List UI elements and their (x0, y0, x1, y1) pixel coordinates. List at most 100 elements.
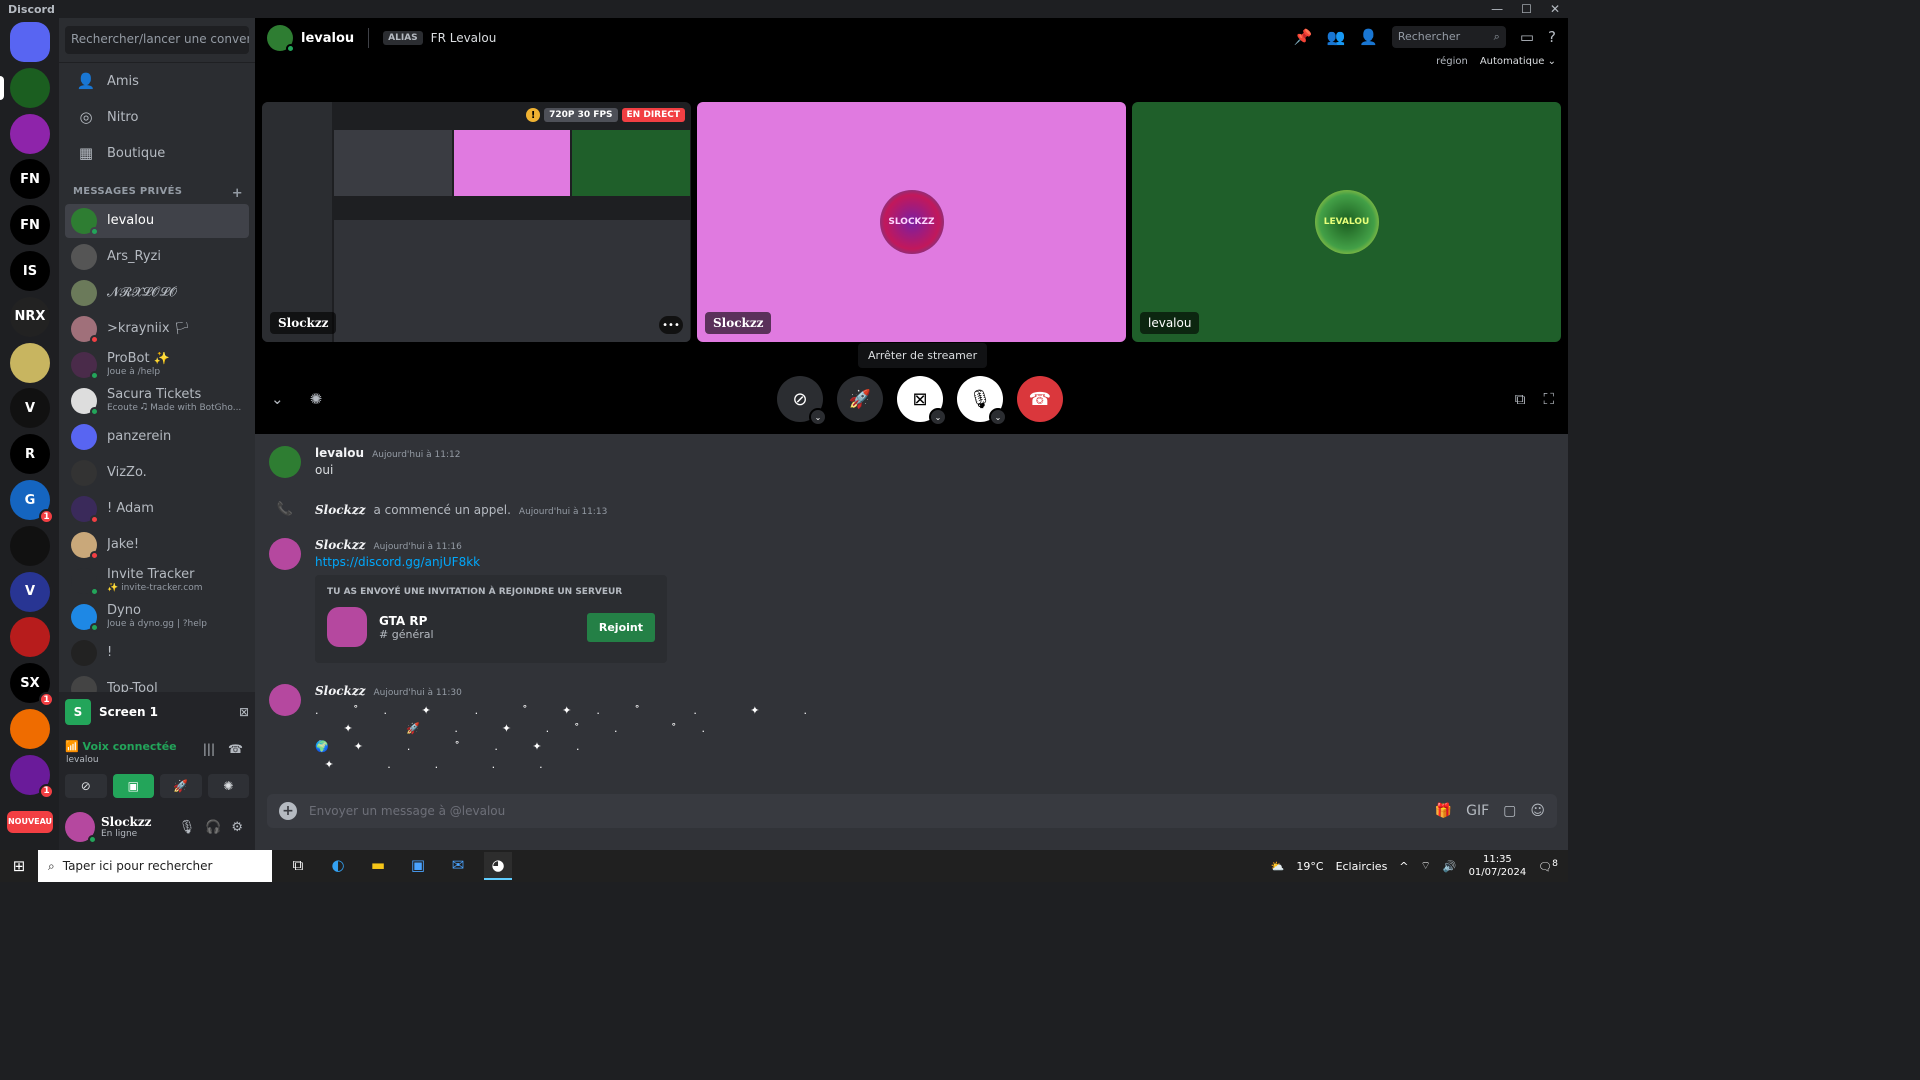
taskbar-search-input[interactable]: ⌕ Taper ici pour rechercher (38, 850, 272, 882)
gif-icon[interactable]: GIF (1466, 803, 1489, 819)
dm-item[interactable]: ! (65, 636, 249, 670)
mail-icon[interactable]: ✉ (444, 852, 472, 880)
server-icon[interactable]: NOUVEAU (7, 810, 53, 833)
task-view-icon[interactable]: ⧉ (284, 852, 312, 880)
network-icon[interactable]: ⌔ (1421, 859, 1431, 873)
message-author[interactable]: Slockzz (315, 684, 365, 698)
message-avatar[interactable] (269, 684, 301, 716)
more-options-icon[interactable]: ••• (659, 316, 683, 334)
join-button[interactable]: Rejoint (586, 612, 655, 642)
windows-start-icon[interactable]: ⊞ (0, 850, 38, 882)
invite-link[interactable]: https://discord.gg/anjUF8kk (315, 555, 667, 569)
sticker-icon[interactable]: ▢ (1503, 803, 1516, 819)
dm-item[interactable]: Ars_Ryzi (65, 240, 249, 274)
settings-gear-icon[interactable]: ⚙ (231, 820, 243, 835)
message-avatar[interactable] (269, 538, 301, 570)
soundboard-button[interactable]: ✺ (207, 774, 249, 798)
dm-item[interactable]: ! Adam (65, 492, 249, 526)
add-friend-icon[interactable]: 👥 (1326, 28, 1345, 46)
dm-item[interactable]: 𝓝𝓡𝓧𝓛𝓞𝓛𝓞 (65, 276, 249, 310)
inbox-icon[interactable]: ▭ (1520, 28, 1534, 46)
activity-button[interactable]: 🚀 (160, 774, 202, 798)
stop-stream-button[interactable]: ⊠ ⌄ (897, 376, 947, 426)
microphone-button[interactable]: 🎙 ⌄ (957, 376, 1007, 426)
weather-icon[interactable]: ⛅ (1271, 860, 1285, 873)
server-icon[interactable] (10, 709, 50, 749)
tray-chevron-icon[interactable]: ^ (1399, 860, 1408, 873)
dm-item[interactable]: Dyno Joue à dyno.gg | ?help (65, 600, 249, 634)
disconnect-icon[interactable]: ☎ (228, 742, 243, 756)
dm-item[interactable]: levalou (65, 204, 249, 238)
help-icon[interactable]: ? (1548, 28, 1556, 46)
edge-icon[interactable]: ◐ (324, 852, 352, 880)
region-select[interactable]: région Automatique ⌄ (1436, 56, 1556, 67)
nav-friends[interactable]: 👤 Amis (67, 64, 247, 98)
server-icon[interactable] (10, 22, 50, 62)
user-avatar[interactable] (65, 812, 97, 844)
stream-tile[interactable]: ! 720P 30 FPS EN DIRECT Slockzz ••• (262, 102, 691, 342)
server-icon[interactable] (10, 342, 50, 383)
message-author[interactable]: Slockzz (315, 538, 365, 552)
share-screen-button[interactable]: ▣ (112, 774, 154, 798)
noise-suppression-icon[interactable]: ||| (203, 742, 215, 756)
dm-item[interactable]: ProBot ✨ Joue à /help (65, 348, 249, 382)
headset-icon[interactable]: 🎧 (205, 820, 221, 835)
server-icon[interactable]: NRX (10, 296, 50, 337)
nav-shop[interactable]: ▦ Boutique (67, 136, 247, 170)
mic-icon[interactable]: 🎙 (179, 820, 196, 835)
popout-icon[interactable]: ⧉ (1515, 390, 1526, 408)
server-icon[interactable]: V (10, 571, 50, 612)
nav-nitro[interactable]: ◎ Nitro (67, 100, 247, 134)
server-icon[interactable]: R (10, 434, 50, 475)
server-icon[interactable]: FN (10, 159, 50, 200)
screen-card[interactable]: S Screen 1 ⊠ (65, 698, 249, 726)
fullscreen-icon[interactable]: ⛶ (1543, 390, 1554, 408)
message-composer[interactable]: + Envoyer un message à @levalou 🎁 GIF ▢ … (267, 794, 1557, 828)
dm-item[interactable]: >krayniix 🏳 (65, 312, 249, 346)
message-author[interactable]: levalou (315, 446, 364, 460)
chevron-down-icon[interactable]: ⌄ (929, 408, 947, 426)
message-author[interactable]: Slockzz (315, 503, 365, 517)
server-icon[interactable]: SX 1 (10, 663, 54, 708)
close-button[interactable]: ✕ (1550, 2, 1560, 16)
server-icon[interactable] (10, 525, 50, 566)
gift-icon[interactable]: 🎁 (1435, 803, 1452, 819)
server-icon[interactable] (10, 67, 50, 108)
dm-item[interactable]: panzerein (65, 420, 249, 454)
notification-icon[interactable]: 🗨8 (1538, 858, 1558, 874)
dm-item[interactable]: VizZo. (65, 456, 249, 490)
maximize-button[interactable]: ☐ (1521, 2, 1532, 16)
clock[interactable]: 11:35 01/07/2024 (1469, 853, 1527, 879)
camera-toggle-button[interactable]: ⊘ ⌄ (777, 376, 827, 426)
volume-icon[interactable]: 🔊 (1443, 860, 1457, 873)
chevron-down-icon[interactable]: ⌄ (989, 408, 1007, 426)
add-dm-button[interactable]: + (232, 186, 243, 201)
emoji-icon[interactable]: ☺ (1530, 803, 1545, 819)
server-icon[interactable]: IS (10, 251, 50, 291)
collapse-chevron-icon[interactable]: ⌄ (271, 390, 284, 408)
participant-tile-levalou[interactable]: LEVALOU levalou (1132, 102, 1561, 342)
attach-plus-icon[interactable]: + (279, 802, 297, 820)
soundboard-icon-call[interactable]: ✺ (310, 390, 323, 408)
leave-call-button[interactable]: ☎ (1017, 376, 1063, 422)
minimize-button[interactable]: — (1491, 2, 1503, 16)
server-icon[interactable]: V (10, 388, 50, 429)
server-icon[interactable] (10, 113, 50, 154)
camera-off-button[interactable]: ⊘ (65, 774, 107, 798)
store-icon[interactable]: ▣ (404, 852, 432, 880)
dm-item[interactable]: Sacura Tickets Écoute 🎝 Made with BotGho.… (65, 384, 249, 418)
discord-taskbar-icon[interactable]: ◕ (484, 852, 512, 880)
dm-item[interactable]: Jake! (65, 528, 249, 562)
activity-button-call[interactable]: 🚀 (837, 376, 883, 422)
server-icon[interactable]: FN (10, 205, 50, 246)
chevron-down-icon[interactable]: ⌄ (809, 408, 827, 426)
warning-icon[interactable]: ! (526, 108, 541, 122)
participant-tile-slockzz[interactable]: SLOCKZZ Slockzz (697, 102, 1126, 342)
pin-icon[interactable]: 📌 (1294, 28, 1313, 46)
message-avatar[interactable] (269, 446, 301, 478)
dm-search-input[interactable]: Rechercher/lancer une conversa... (65, 26, 249, 54)
header-search-input[interactable]: Rechercher ⌕ (1391, 26, 1506, 48)
file-explorer-icon[interactable]: ▬ (364, 852, 392, 880)
stop-screen-icon[interactable]: ⊠ (239, 705, 249, 719)
dm-item[interactable]: Invite Tracker ✨ invite-tracker.com (65, 564, 249, 598)
